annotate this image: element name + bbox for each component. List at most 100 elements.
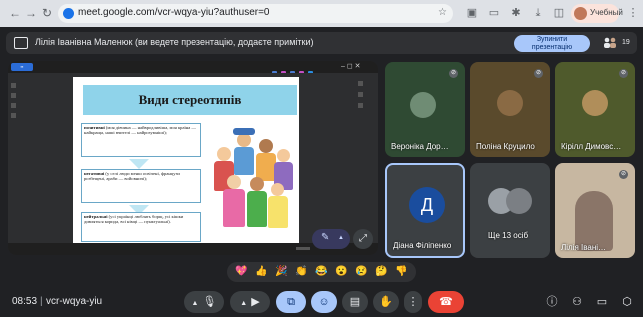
zoom-indicator (296, 247, 310, 250)
reload-icon[interactable]: ↻ (40, 5, 54, 21)
app-toolbar-icons (37, 64, 77, 77)
stereotype-box-positive: позитивні (моя дівчина — найвродливіша, … (81, 123, 201, 157)
hang-up-icon: ☎ (439, 296, 453, 308)
separator: | (40, 296, 43, 307)
emoji-button[interactable]: ☺ (311, 291, 337, 313)
stop-presenting-label: Зупинити презентацію (531, 36, 573, 51)
camera-icon: ▶ (251, 296, 260, 308)
participant-name: Вероніка Дор… (391, 142, 449, 151)
captions-icon: ▤ (349, 296, 361, 308)
status-bar-info (14, 246, 74, 251)
extensions-icon[interactable]: ✱ (509, 6, 523, 20)
captions-button[interactable]: ▤ (342, 291, 368, 313)
participant-name: Лілія Івані… (561, 243, 607, 252)
participant-tile[interactable]: ⊘ Вероніка Дор… (385, 62, 465, 157)
expand-icon[interactable]: ⤢ (353, 229, 373, 249)
cast-icon[interactable]: ▭ (487, 6, 501, 20)
app-toolbar: ▪▪ – ◻ ✕ (8, 61, 378, 77)
avatar-initial: Д (409, 187, 445, 223)
chevron-up-icon[interactable]: ▲ (240, 300, 247, 307)
arrow-down-icon (129, 159, 149, 169)
banner-text: Лілія Іванівна Маленюк (ви ведете презен… (35, 37, 314, 47)
reaction-party[interactable]: 🎉 (273, 265, 290, 279)
smile-icon: ☺ (318, 296, 330, 308)
raise-hand-button[interactable]: ✋ (373, 291, 399, 313)
camera-indicator-icon[interactable]: ▣ (465, 6, 479, 20)
annotation-controls[interactable]: ✎ ▲ (312, 229, 350, 249)
chat-icon[interactable]: ▭ (595, 295, 609, 309)
activities-icon[interactable]: ⬡ (620, 295, 634, 309)
present-button[interactable]: ⧉ (276, 291, 306, 313)
avatar (506, 188, 532, 214)
term-negative: негативні (84, 171, 105, 176)
presentation-banner: Лілія Іванівна Маленюк (ви ведете презен… (6, 32, 637, 54)
avatar (497, 90, 523, 116)
profile-chip[interactable]: Учебный (571, 4, 623, 23)
mic-off-icon: ⊘ (534, 69, 543, 78)
site-info-icon[interactable] (63, 8, 74, 19)
presentation-tile[interactable]: ▪▪ – ◻ ✕ Види стереотипів позитивні (моя… (8, 61, 378, 255)
back-icon[interactable]: ← (8, 5, 22, 21)
end-call-button[interactable]: ☎ (428, 291, 464, 313)
info-icon[interactable]: ⓘ (545, 295, 559, 309)
app-logo: ▪▪ (11, 63, 33, 71)
slide: Види стереотипів позитивні (моя дівчина … (73, 77, 299, 243)
reaction-thumbs-up[interactable]: 👍 (253, 265, 270, 279)
slide-title-band: Види стереотипів (83, 85, 297, 115)
reaction-clap[interactable]: 👏 (293, 265, 310, 279)
participant-name: Поліна Круцило (476, 142, 535, 151)
meeting-code: vcr-wqya-yiu (46, 296, 103, 307)
people-panel-icon[interactable]: ⚇ (570, 295, 584, 309)
participant-count: 19 (622, 39, 630, 46)
avatar (582, 90, 608, 116)
more-participants-label: Ще 13 осіб (488, 231, 529, 240)
mic-off-icon: ⊘ (619, 170, 628, 179)
participant-tile[interactable]: ⊘ Поліна Круцило (470, 62, 550, 157)
participant-name: Діана Філіпенко (393, 241, 452, 250)
reaction-thinking[interactable]: 🤔 (373, 265, 390, 279)
participant-tile[interactable]: ⊘ Кірілл Димовс… (555, 62, 635, 157)
reaction-heart[interactable]: 💖 (233, 265, 250, 279)
chevron-up-icon[interactable]: ▲ (192, 300, 199, 307)
present-screen-icon (14, 37, 28, 49)
reaction-surprised[interactable]: 😮 (333, 265, 350, 279)
more-participants-tile[interactable]: Ще 13 осіб (470, 163, 550, 258)
present-screen-icon: ⧉ (287, 296, 295, 308)
avatar (410, 92, 436, 118)
window-controls[interactable]: – ◻ ✕ (341, 62, 360, 70)
term-neutral: нейтральні (84, 214, 108, 219)
reaction-sad[interactable]: 😢 (353, 265, 370, 279)
right-tool-rail (358, 81, 366, 221)
reaction-laugh[interactable]: 😂 (313, 265, 330, 279)
slide-canvas: Види стереотипів позитивні (моя дівчина … (8, 73, 378, 243)
reaction-thumbs-down[interactable]: 👎 (393, 265, 410, 279)
app-toolbar-right-icons (272, 63, 332, 76)
term-positive: позитивні (84, 125, 105, 130)
more-options-button[interactable]: ⋮ (404, 291, 422, 313)
mic-off-icon: ⊘ (619, 69, 628, 78)
bookmark-star-icon[interactable]: ☆ (438, 7, 447, 18)
more-vert-icon: ⋮ (407, 296, 419, 308)
stop-presenting-button[interactable]: Зупинити презентацію (514, 35, 590, 52)
menu-kebab-icon[interactable]: ⋮ (626, 6, 640, 20)
profile-label: Учебный (590, 8, 623, 17)
slide-title: Види стереотипів (138, 92, 242, 107)
self-view-tile[interactable]: ⊘ Лілія Івані… (555, 163, 635, 258)
microphone-button[interactable]: ▲ 🎙 (184, 291, 224, 313)
microphone-icon: 🎙 (202, 296, 217, 308)
download-icon[interactable]: ⤓ (531, 6, 545, 20)
annotate-pen-icon[interactable]: ✎ (321, 232, 329, 243)
chevron-up-icon[interactable]: ▲ (338, 235, 344, 241)
url-text: meet.google.com/vcr-wqya-yiu?authuser=0 (78, 7, 270, 18)
mic-off-icon: ⊘ (449, 69, 458, 78)
sidepanel-icon[interactable]: ◫ (552, 6, 566, 20)
camera-button[interactable]: ▲ ▶ (230, 291, 270, 313)
address-bar[interactable]: meet.google.com/vcr-wqya-yiu?authuser=0 … (58, 4, 453, 23)
forward-icon[interactable]: → (24, 5, 38, 21)
participant-name: Кірілл Димовс… (561, 142, 622, 151)
people-crowd-illustration (207, 125, 297, 237)
hand-icon: ✋ (379, 296, 393, 308)
participant-tile[interactable]: Д Діана Філіпенко (385, 163, 465, 258)
self-video (575, 191, 613, 251)
people-icon[interactable] (603, 37, 617, 48)
